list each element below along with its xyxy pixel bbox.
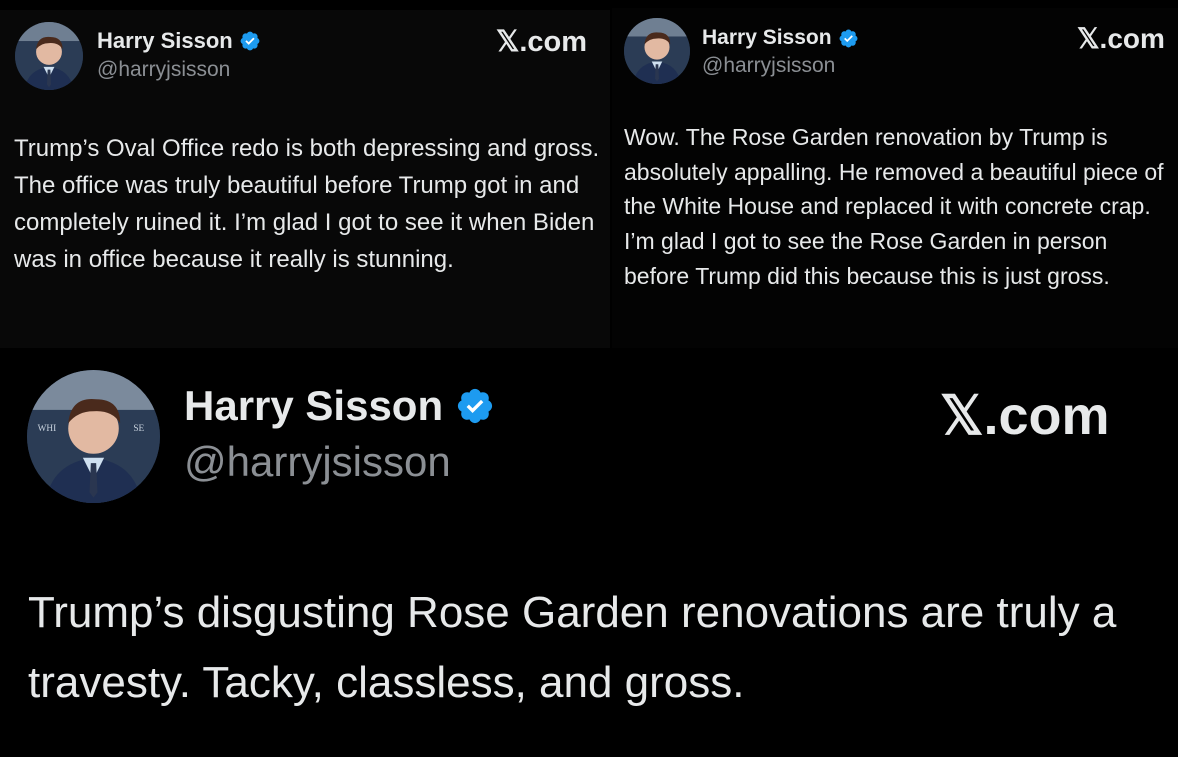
verified-badge-icon [239, 30, 261, 52]
author-name[interactable]: Harry Sisson [97, 28, 261, 54]
avatar[interactable] [15, 22, 83, 90]
tweet-text: Trump’s Oval Office redo is both depress… [14, 135, 600, 273]
avatar[interactable] [624, 18, 690, 84]
tweet-card-1: Harry Sisson @harryjsisson 𝕏.com Trump’s… [0, 10, 610, 348]
avatar[interactable]: WHI SE [27, 370, 160, 503]
tweet-card-2: Harry Sisson @harryjsisson 𝕏.com Wow. Th… [612, 8, 1178, 348]
svg-text:SE: SE [133, 424, 144, 434]
svg-text:WHI: WHI [38, 424, 57, 434]
author-handle[interactable]: @harryjsisson [702, 54, 835, 78]
author-name[interactable]: Harry Sisson [184, 382, 495, 430]
x-logo: 𝕏.com [940, 386, 1110, 446]
verified-badge-icon [838, 28, 859, 49]
author-name-label: Harry Sisson [184, 382, 444, 429]
author-handle[interactable]: @harryjsisson [97, 58, 230, 82]
author-name-label: Harry Sisson [97, 28, 233, 53]
tweet-text: Trump’s disgusting Rose Garden renovatio… [28, 588, 1117, 707]
author-name-label: Harry Sisson [702, 26, 832, 49]
x-logo: 𝕏.com [1077, 23, 1165, 54]
tweet-card-3: WHI SE Harry Sisson @harryjsisson 𝕏.com … [0, 350, 1178, 757]
verified-badge-icon [455, 386, 495, 426]
author-name[interactable]: Harry Sisson [702, 26, 859, 50]
x-logo: 𝕏.com [496, 26, 588, 58]
author-handle[interactable]: @harryjsisson [184, 438, 451, 486]
tweet-text: Wow. The Rose Garden renovation by Trump… [624, 124, 1164, 289]
